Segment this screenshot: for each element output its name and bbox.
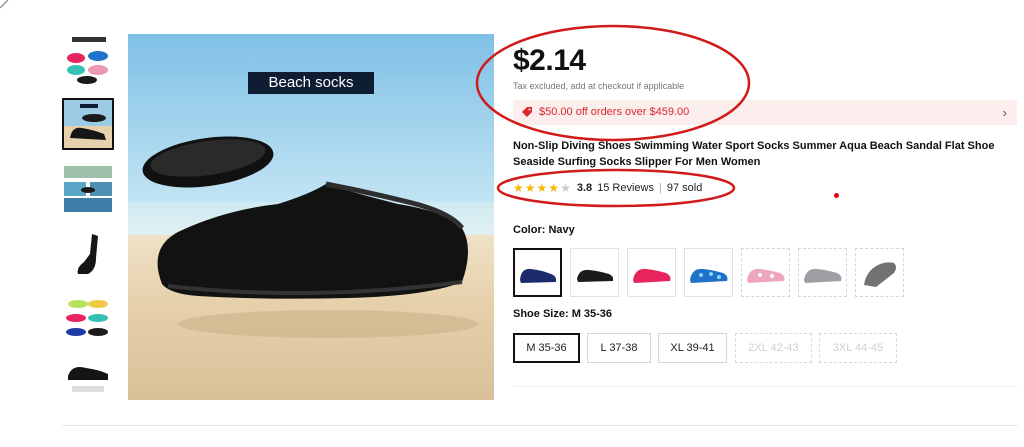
- thumbnail-2[interactable]: [62, 98, 114, 150]
- thumbnail-3[interactable]: [62, 164, 114, 216]
- color-swatch-dark-gray[interactable]: [855, 248, 904, 297]
- shoe-icon: [690, 268, 728, 283]
- bottom-divider: [62, 425, 1018, 426]
- size-selected-value: M 35-36: [571, 308, 613, 320]
- star-icon: ★: [548, 181, 561, 195]
- tag-icon: [521, 100, 533, 135]
- star-icon: ★: [524, 181, 537, 195]
- thumbnail-image: [62, 34, 114, 86]
- color-label: Color: Navy: [513, 224, 575, 236]
- size-option-m[interactable]: M 35-36: [513, 333, 580, 363]
- sock-illustration: [142, 136, 478, 338]
- shoe-icon: [804, 268, 842, 283]
- divider: |: [658, 182, 662, 194]
- thumbnail-5[interactable]: [62, 292, 114, 344]
- section-divider: [513, 386, 1018, 387]
- color-label-text: Color:: [513, 224, 546, 236]
- thumbnail-image: [62, 164, 114, 216]
- star-icon: ★: [536, 181, 549, 195]
- thumbnail-1[interactable]: [62, 34, 114, 86]
- size-label: Shoe Size: M 35-36: [513, 308, 612, 320]
- shoe-icon: [633, 268, 671, 283]
- size-option-l[interactable]: L 37-38: [587, 333, 651, 363]
- coupon-banner[interactable]: $50.00 off orders over $459.00 ›: [513, 100, 1017, 125]
- color-swatch-navy[interactable]: [513, 248, 562, 297]
- product-price: $2.14: [513, 44, 586, 77]
- color-swatch-rose-red[interactable]: [627, 248, 676, 297]
- shoe-icon: [520, 268, 557, 283]
- shoe-icon: [747, 268, 785, 283]
- main-product-image[interactable]: Beach socks: [128, 34, 494, 400]
- color-selected-value: Navy: [548, 224, 575, 236]
- color-swatch-blue-pattern[interactable]: [684, 248, 733, 297]
- chevron-right-icon: ›: [1002, 105, 1007, 120]
- reviews-link[interactable]: 15 Reviews: [597, 182, 654, 194]
- size-label-text: Shoe Size:: [513, 308, 569, 320]
- shoe-icon: [577, 269, 614, 282]
- sold-count: 97 sold: [666, 182, 703, 194]
- shoe-icon: [864, 262, 896, 287]
- size-option-3xl[interactable]: 3XL 44-45: [819, 333, 897, 363]
- thumbnail-image: [62, 292, 114, 344]
- size-option-2xl[interactable]: 2XL 42-43: [735, 333, 812, 363]
- color-swatch-black[interactable]: [570, 248, 619, 297]
- rating-score: 3.8: [576, 182, 593, 194]
- size-option-xl[interactable]: XL 39-41: [658, 333, 727, 363]
- rating-row: ★★★★★ 3.8 15 Reviews | 97 sold: [513, 181, 702, 195]
- thumbnail-6[interactable]: [62, 354, 114, 400]
- tax-note: Tax excluded, add at checkout if applica…: [513, 81, 685, 91]
- color-swatch-gray[interactable]: [798, 248, 847, 297]
- thumbnail-image: [62, 228, 114, 280]
- star-empty-icon: ★: [560, 181, 572, 195]
- coupon-text: $50.00 off orders over $459.00: [539, 106, 690, 118]
- thumbnail-image: [64, 100, 112, 148]
- product-title: Non-Slip Diving Shoes Swimming Water Spo…: [513, 140, 995, 168]
- rating-stars: ★★★★★: [513, 181, 572, 195]
- corner-mark: [0, 0, 9, 9]
- red-dot: [834, 193, 839, 198]
- color-swatch-pink-pattern[interactable]: [741, 248, 790, 297]
- thumbnail-image: [62, 354, 114, 400]
- star-icon: ★: [513, 181, 525, 195]
- thumbnail-4[interactable]: [62, 228, 114, 280]
